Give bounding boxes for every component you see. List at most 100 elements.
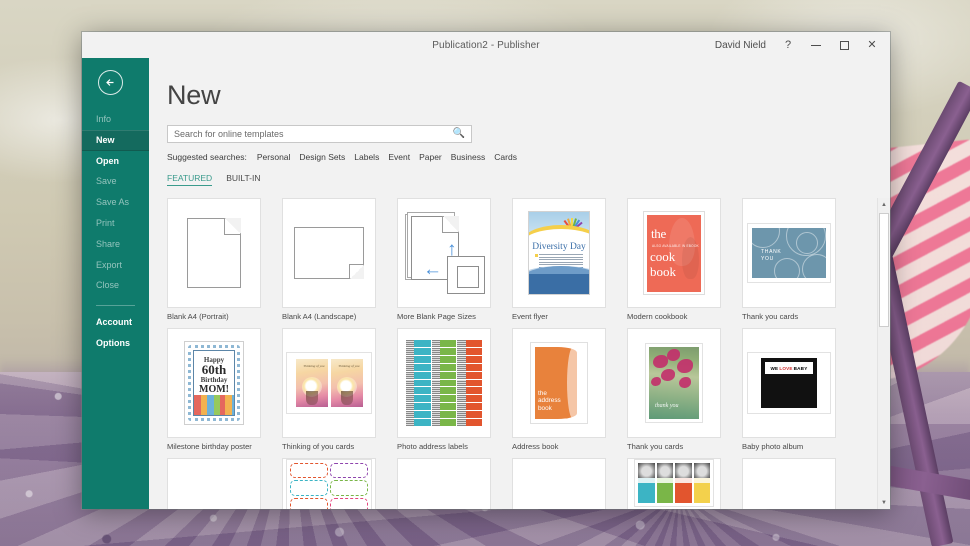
sidebar-divider [96, 305, 135, 306]
calendar-card-orange [675, 463, 692, 503]
suggested-search-personal[interactable]: Personal [257, 152, 291, 162]
cookbook-art: the ALSO AVAILABLE IN EBOOK cook book [643, 211, 705, 295]
search-box[interactable]: 🔍 [167, 125, 472, 143]
template-card-photo-address-labels[interactable]: Photo address labels [397, 328, 512, 458]
minimize-button[interactable] [802, 32, 830, 58]
template-thumbnail [512, 458, 606, 509]
flyer-title: Diversity Day [529, 242, 589, 252]
suggested-search-event[interactable]: Event [388, 152, 410, 162]
flyer-wave-white [528, 229, 590, 243]
template-card-blank-portrait[interactable]: Blank A4 (Portrait) [167, 198, 282, 328]
template-card-dark-plaque[interactable] [742, 458, 857, 509]
sidebar-item-options[interactable]: Options [82, 333, 149, 354]
scroll-up-button[interactable]: ▲ [878, 198, 890, 211]
dog-ear-icon [349, 264, 364, 279]
template-card-thinking-of-you-cards[interactable]: Thinking of you Thinking of you Thinking… [282, 328, 397, 458]
sidebar-item-info[interactable]: Info [82, 109, 149, 130]
template-thumbnail [167, 198, 261, 308]
suggested-search-cards[interactable]: Cards [494, 152, 517, 162]
blank-portrait-page-icon [187, 218, 241, 288]
cookbook-cover: the ALSO AVAILABLE IN EBOOK cook book [647, 215, 701, 292]
search-icon[interactable]: 🔍 [453, 129, 465, 139]
sidebar-item-open[interactable]: Open [82, 151, 149, 172]
tab-built-in[interactable]: BUILT-IN [226, 173, 260, 185]
calendar-card-yellow [694, 463, 711, 503]
maximize-button[interactable] [830, 32, 858, 58]
account-name[interactable]: David Nield [707, 40, 774, 51]
dog-ear-icon [224, 218, 241, 235]
template-card-photo-card[interactable] [512, 458, 627, 509]
calendar-card-teal [638, 463, 655, 503]
sidebar-item-new[interactable]: New [82, 130, 149, 151]
scrollbar-thumb[interactable] [879, 213, 889, 327]
template-caption: Thank you cards [627, 442, 742, 451]
baby-word-we: WE [771, 366, 779, 371]
sidebar-item-close[interactable]: Close [82, 275, 149, 296]
cookbook-subtitle: ALSO AVAILABLE IN EBOOK [652, 244, 699, 248]
thankyou-floral-art: thank you [645, 343, 703, 423]
template-card-milestone-birthday-poster[interactable]: Happy 60th Birthday MOM! Milestone birth… [167, 328, 282, 458]
scrollbar-track[interactable] [878, 211, 890, 496]
address-book-wave [567, 347, 577, 419]
poster-line-3: Birthday [185, 376, 243, 384]
sidebar-item-account[interactable]: Account [82, 312, 149, 333]
baby-word-baby: BABY [794, 366, 808, 371]
tab-featured[interactable]: FEATURED [167, 173, 212, 186]
suggested-search-paper[interactable]: Paper [419, 152, 442, 162]
template-thumbnail: h a p [167, 458, 261, 509]
suggested-search-design-sets[interactable]: Design Sets [299, 152, 345, 162]
template-card-calendar-cards[interactable] [627, 458, 742, 509]
template-card-teal-trees[interactable] [397, 458, 512, 509]
scroll-down-button[interactable]: ▼ [878, 496, 890, 509]
sidebar-item-share[interactable]: Share [82, 234, 149, 255]
template-card-thank-you-cards-swirl[interactable]: THANKYOU Thank you cards [742, 198, 857, 328]
template-thumbnail: ↑ ← [397, 198, 491, 308]
template-card-modern-cookbook[interactable]: the ALSO AVAILABLE IN EBOOK cook book Mo… [627, 198, 742, 328]
more-page-sizes-icon: ↑ ← [403, 210, 485, 296]
template-card-more-blank-page-sizes[interactable]: ↑ ← More Blank Page Sizes [397, 198, 512, 328]
cookbook-line-2: cook [650, 250, 675, 263]
thankyou-floral-text: thank you [655, 403, 679, 409]
template-thumbnail [397, 458, 491, 509]
template-thumbnail [627, 458, 721, 509]
maximize-icon [840, 41, 849, 50]
template-caption: Milestone birthday poster [167, 442, 282, 451]
suggested-search-business[interactable]: Business [451, 152, 486, 162]
gallery-scrollbar[interactable]: ▲ ▼ [877, 198, 890, 509]
suggested-searches: Suggested searches: Personal Design Sets… [149, 143, 890, 162]
sidebar-item-save-as[interactable]: Save As [82, 192, 149, 213]
template-card-baby-photo-album[interactable]: WE LOVE BABY Baby photo album [742, 328, 857, 458]
address-book-art: theaddressbook [530, 342, 588, 424]
flower-card-left: Thinking of you [296, 359, 328, 407]
help-button[interactable]: ? [774, 32, 802, 58]
template-caption: More Blank Page Sizes [397, 312, 512, 321]
template-thumbnail [282, 198, 376, 308]
thankyou-swirl-art: THANKYOU [747, 223, 831, 283]
thinking-of-you-art: Thinking of you Thinking of you [286, 352, 372, 414]
gift-boxes-icon [194, 395, 234, 415]
calendar-cards-art [634, 459, 714, 507]
close-button[interactable]: ✕ [858, 32, 886, 58]
template-thumbnail [282, 458, 376, 509]
cookbook-line-1: the [651, 227, 666, 240]
suggested-search-labels[interactable]: Labels [354, 152, 379, 162]
poster-line-4: MOM! [185, 384, 243, 395]
swirl-icon [752, 228, 780, 248]
sidebar-item-print[interactable]: Print [82, 213, 149, 234]
template-tabs: FEATURED BUILT-IN [149, 162, 890, 186]
window-body: Info New Open Save Save As Print Share E… [82, 58, 890, 509]
template-thumbnail: Happy 60th Birthday MOM! [167, 328, 261, 438]
swirl-icon [796, 232, 818, 254]
template-card-coupon-sheet[interactable] [282, 458, 397, 509]
template-caption: Event flyer [512, 312, 627, 321]
template-card-event-flyer[interactable]: Diversity Day Event flyer [512, 198, 627, 328]
template-card-blank-landscape[interactable]: Blank A4 (Landscape) [282, 198, 397, 328]
sidebar-item-export[interactable]: Export [82, 255, 149, 276]
swirl-icon [802, 254, 826, 278]
back-button[interactable] [98, 70, 123, 95]
search-input[interactable] [174, 129, 453, 139]
sidebar-item-save[interactable]: Save [82, 171, 149, 192]
template-card-address-book[interactable]: theaddressbook Address book [512, 328, 627, 458]
template-card-thank-you-cards-floral[interactable]: thank you Thank you cards [627, 328, 742, 458]
template-card-banner-hap[interactable]: h a p [167, 458, 282, 509]
